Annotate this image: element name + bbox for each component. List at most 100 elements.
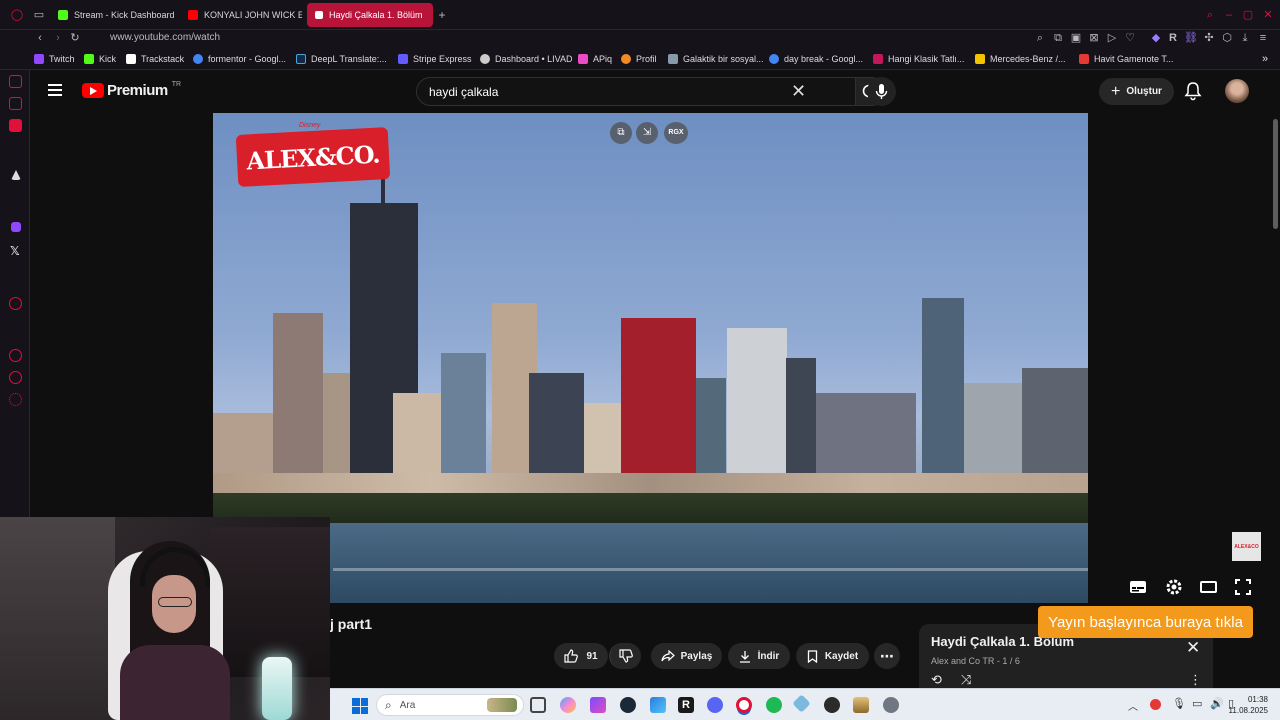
snipping-tool-icon[interactable] xyxy=(590,697,606,713)
x-side-icon[interactable]: 𝕏 xyxy=(10,244,23,258)
history-icon[interactable] xyxy=(9,349,22,362)
download-browser-icon[interactable]: ⤓ xyxy=(1238,31,1252,45)
shopping-icon[interactable] xyxy=(9,75,22,88)
twitch-side-icon[interactable] xyxy=(11,222,21,232)
reload-icon[interactable]: ↻ xyxy=(68,31,82,45)
popout-button[interactable]: ⇲ xyxy=(636,122,658,144)
stream-overlay-button[interactable]: Yayın başlayınca buraya tıkla xyxy=(1038,606,1253,638)
steam-icon[interactable] xyxy=(620,697,636,713)
bookmark-formentor[interactable]: formentor - Googl... xyxy=(193,52,286,66)
start-button[interactable] xyxy=(352,698,368,714)
close-window-icon[interactable]: ✕ xyxy=(1261,8,1275,22)
settings-side-icon[interactable] xyxy=(9,393,22,406)
settings-button[interactable] xyxy=(1165,578,1183,596)
heart-icon[interactable]: ♡ xyxy=(1123,31,1137,45)
taskbar-search[interactable]: ⌕ Ara xyxy=(376,694,524,716)
obs-icon[interactable] xyxy=(824,697,840,713)
playlist-menu-icon[interactable]: ⋮ xyxy=(1189,672,1202,688)
bookmark-stripe[interactable]: Stripe Express xyxy=(398,52,472,66)
tray-mic-icon[interactable]: 🎙 xyxy=(1172,697,1186,710)
shuffle-icon[interactable]: ⤨ xyxy=(961,672,971,688)
scrollbar-thumb[interactable] xyxy=(1273,119,1278,229)
tab-kick-dashboard[interactable]: Stream - Kick Dashboard xyxy=(50,3,180,27)
bookmark-kick[interactable]: Kick xyxy=(84,52,116,66)
mail-icon[interactable] xyxy=(9,119,22,132)
player-icon[interactable] xyxy=(9,297,22,310)
more-actions-button[interactable]: ⋯ xyxy=(874,643,900,669)
pip-button[interactable]: ⧉ xyxy=(610,122,632,144)
back-icon[interactable]: ‹ xyxy=(33,31,47,45)
snapshot-icon[interactable]: ▣ xyxy=(1069,31,1083,45)
copilot-icon[interactable] xyxy=(560,697,576,713)
opera-menu-icon[interactable]: ◯ xyxy=(10,8,24,22)
photos-icon[interactable] xyxy=(650,697,666,713)
search-input[interactable]: haydi çalkala xyxy=(429,85,498,99)
bookmark-trackstack[interactable]: Trackstack xyxy=(126,52,184,66)
streamer-app-icon[interactable] xyxy=(853,697,869,713)
tray-network-icon[interactable]: ▭ xyxy=(1192,697,1202,710)
opera-taskbar-icon[interactable] xyxy=(736,697,752,713)
bookmark-apiq[interactable]: APiq xyxy=(578,52,612,66)
fullscreen-button[interactable] xyxy=(1235,579,1251,595)
bookmarks-more-button[interactable]: » xyxy=(1262,52,1268,66)
extensions-icon[interactable]: ⧉ xyxy=(1051,31,1065,45)
subtitles-button[interactable] xyxy=(1129,580,1147,594)
video-player[interactable]: ALEX&CO. Disney ⧉ ⇲ RGX xyxy=(213,113,1088,603)
avatar[interactable] xyxy=(1225,79,1249,103)
tab-haydi-calkala[interactable]: Haydi Çalkala 1. Bölüm xyxy=(307,3,433,27)
bookmark-profil[interactable]: Profil xyxy=(621,52,657,66)
loop-icon[interactable]: ⟲ xyxy=(931,672,942,688)
tab-konyali-john-wick[interactable]: KONYALI JOHN WICK EV xyxy=(180,3,302,27)
settings-taskbar-icon[interactable] xyxy=(883,697,899,713)
theater-mode-button[interactable] xyxy=(1200,581,1217,593)
bookmark-mercedes[interactable]: Mercedes-Benz /... xyxy=(975,52,1066,66)
spotify-icon[interactable] xyxy=(766,697,782,713)
forward-icon[interactable]: › xyxy=(51,31,65,45)
bookmark-galaktik[interactable]: Galaktik bir sosyal... xyxy=(668,52,764,66)
discord-icon[interactable] xyxy=(707,697,723,713)
tray-app-icon[interactable] xyxy=(1150,699,1161,710)
tray-overflow-icon[interactable]: ︿ xyxy=(1128,698,1138,713)
easy-setup-icon[interactable]: ≡ xyxy=(1256,31,1270,45)
maximize-icon[interactable]: ▢ xyxy=(1241,8,1255,22)
dislike-button[interactable] xyxy=(609,643,641,669)
messenger-icon[interactable] xyxy=(9,97,22,110)
search-tabs-icon[interactable]: ⌕ xyxy=(1203,8,1217,22)
bookmark-day-break[interactable]: day break - Googl... xyxy=(769,52,863,66)
extension-r-icon[interactable]: R xyxy=(1166,31,1180,45)
chat-icon[interactable] xyxy=(9,371,22,384)
task-view-icon[interactable] xyxy=(530,697,546,713)
notifications-button[interactable] xyxy=(1184,81,1202,101)
progress-bar[interactable] xyxy=(333,568,1088,571)
bookmark-twitch[interactable]: Twitch xyxy=(34,52,75,66)
page-scrollbar[interactable] xyxy=(1271,113,1280,688)
cube-icon[interactable]: ⬡ xyxy=(1220,31,1234,45)
taskbar-clock[interactable]: 01:38 11.08.2025 xyxy=(1218,694,1268,716)
youtube-logo[interactable]: Premium TR xyxy=(82,81,181,99)
zoom-icon[interactable]: ⌕ xyxy=(1033,31,1047,45)
like-button[interactable]: 91 xyxy=(554,643,608,669)
extension-purple-icon[interactable]: ◆ xyxy=(1149,31,1163,45)
kick-side-icon[interactable] xyxy=(11,170,21,180)
url-field[interactable]: www.youtube.com/watch xyxy=(110,32,220,43)
bookmark-livad[interactable]: Dashboard • LIVAD xyxy=(480,52,573,66)
voice-search-button[interactable] xyxy=(867,77,896,106)
network-app-icon[interactable] xyxy=(792,694,811,713)
extension-link-icon[interactable]: ⛓ xyxy=(1184,31,1198,45)
workspaces-icon[interactable]: ▭ xyxy=(32,8,46,22)
minimize-icon[interactable]: – xyxy=(1222,8,1236,22)
bookmark-hangi-klasik[interactable]: Hangi Klasik Tatlı... xyxy=(873,52,964,66)
menu-icon[interactable] xyxy=(48,84,62,96)
player-control-icon[interactable]: ▷ xyxy=(1105,31,1119,45)
bookmark-deepl[interactable]: DeepL Translate:... xyxy=(296,52,387,66)
save-button[interactable]: Kaydet xyxy=(796,643,869,669)
rgx-button[interactable]: RGX xyxy=(664,122,688,144)
vpn-icon[interactable]: ⊠ xyxy=(1087,31,1101,45)
clear-search-icon[interactable]: ✕ xyxy=(791,81,806,102)
share-button[interactable]: Paylaş xyxy=(651,643,722,669)
channel-watermark[interactable]: ALEX&CO xyxy=(1232,532,1261,561)
bookmark-havit[interactable]: Havit Gamenote T... xyxy=(1079,52,1173,66)
close-playlist-icon[interactable]: ✕ xyxy=(1186,638,1200,658)
create-button[interactable]: + Oluştur xyxy=(1099,78,1174,105)
new-tab-button[interactable]: + xyxy=(435,8,449,22)
